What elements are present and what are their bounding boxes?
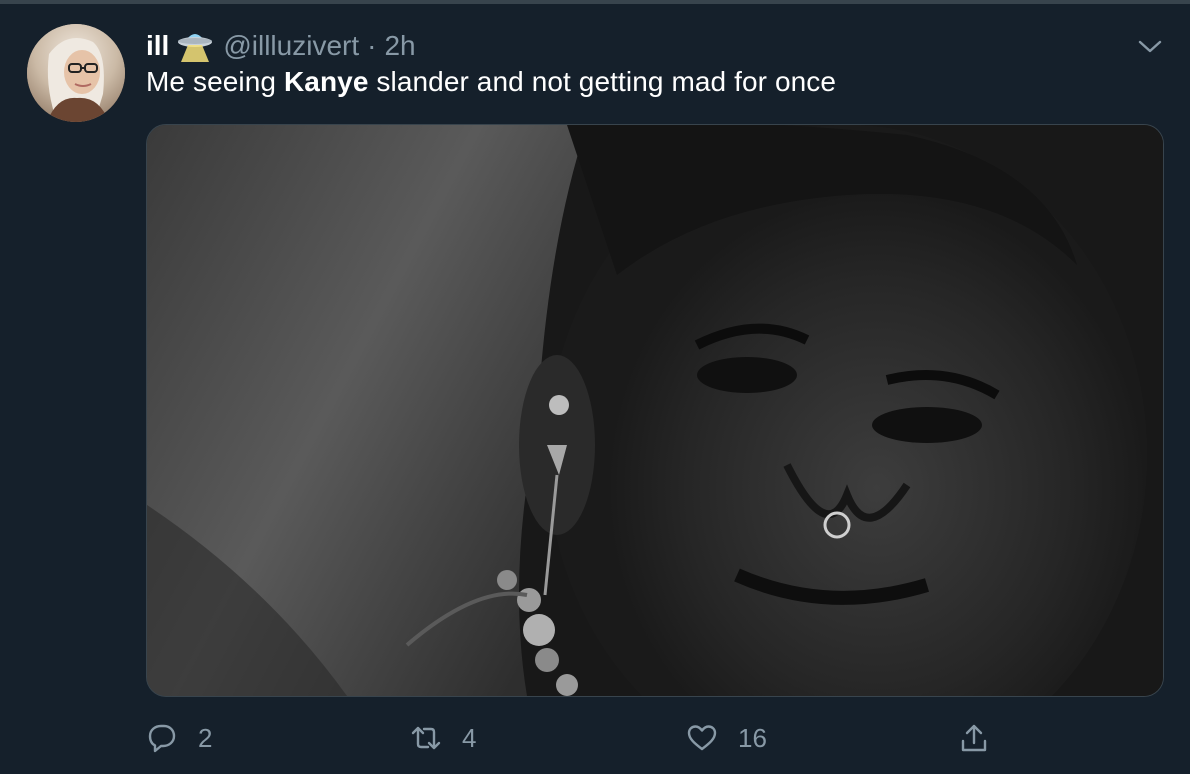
avatar-image	[27, 24, 125, 122]
tweet-card[interactable]: ill @illluzivert · 2h Me seeing Kanye sl…	[0, 4, 1190, 774]
heart-icon	[687, 725, 717, 751]
share-button[interactable]	[958, 716, 990, 760]
tweet-header: ill @illluzivert · 2h	[146, 26, 416, 66]
reply-icon	[148, 724, 176, 753]
header-separator: ·	[367, 30, 377, 61]
display-name[interactable]: ill	[146, 30, 169, 62]
retweet-button[interactable]: 4	[410, 716, 476, 760]
like-button[interactable]: 16	[686, 716, 767, 760]
tweet-text: Me seeing Kanye slander and not getting …	[146, 66, 836, 98]
ufo-icon	[175, 29, 215, 63]
tweet-media-photo[interactable]	[146, 124, 1164, 697]
tweet-timestamp[interactable]: 2h	[384, 30, 415, 62]
chevron-down-icon[interactable]	[1134, 34, 1166, 58]
tweet-text-end: slander and not getting mad for once	[368, 66, 837, 97]
tweet-text-bold: Kanye	[283, 66, 369, 97]
reply-button[interactable]: 2	[146, 716, 212, 760]
share-icon	[961, 724, 987, 752]
photo-image	[147, 125, 1163, 696]
user-handle[interactable]: @illluzivert	[223, 30, 359, 62]
avatar[interactable]	[27, 24, 125, 122]
tweet-text-start: Me seeing	[146, 66, 284, 97]
like-count: 16	[738, 722, 767, 753]
tweet-actions: 2 4 16	[146, 716, 1026, 760]
reply-count: 2	[198, 722, 213, 753]
retweet-icon	[411, 726, 441, 750]
retweet-count: 4	[462, 722, 477, 753]
